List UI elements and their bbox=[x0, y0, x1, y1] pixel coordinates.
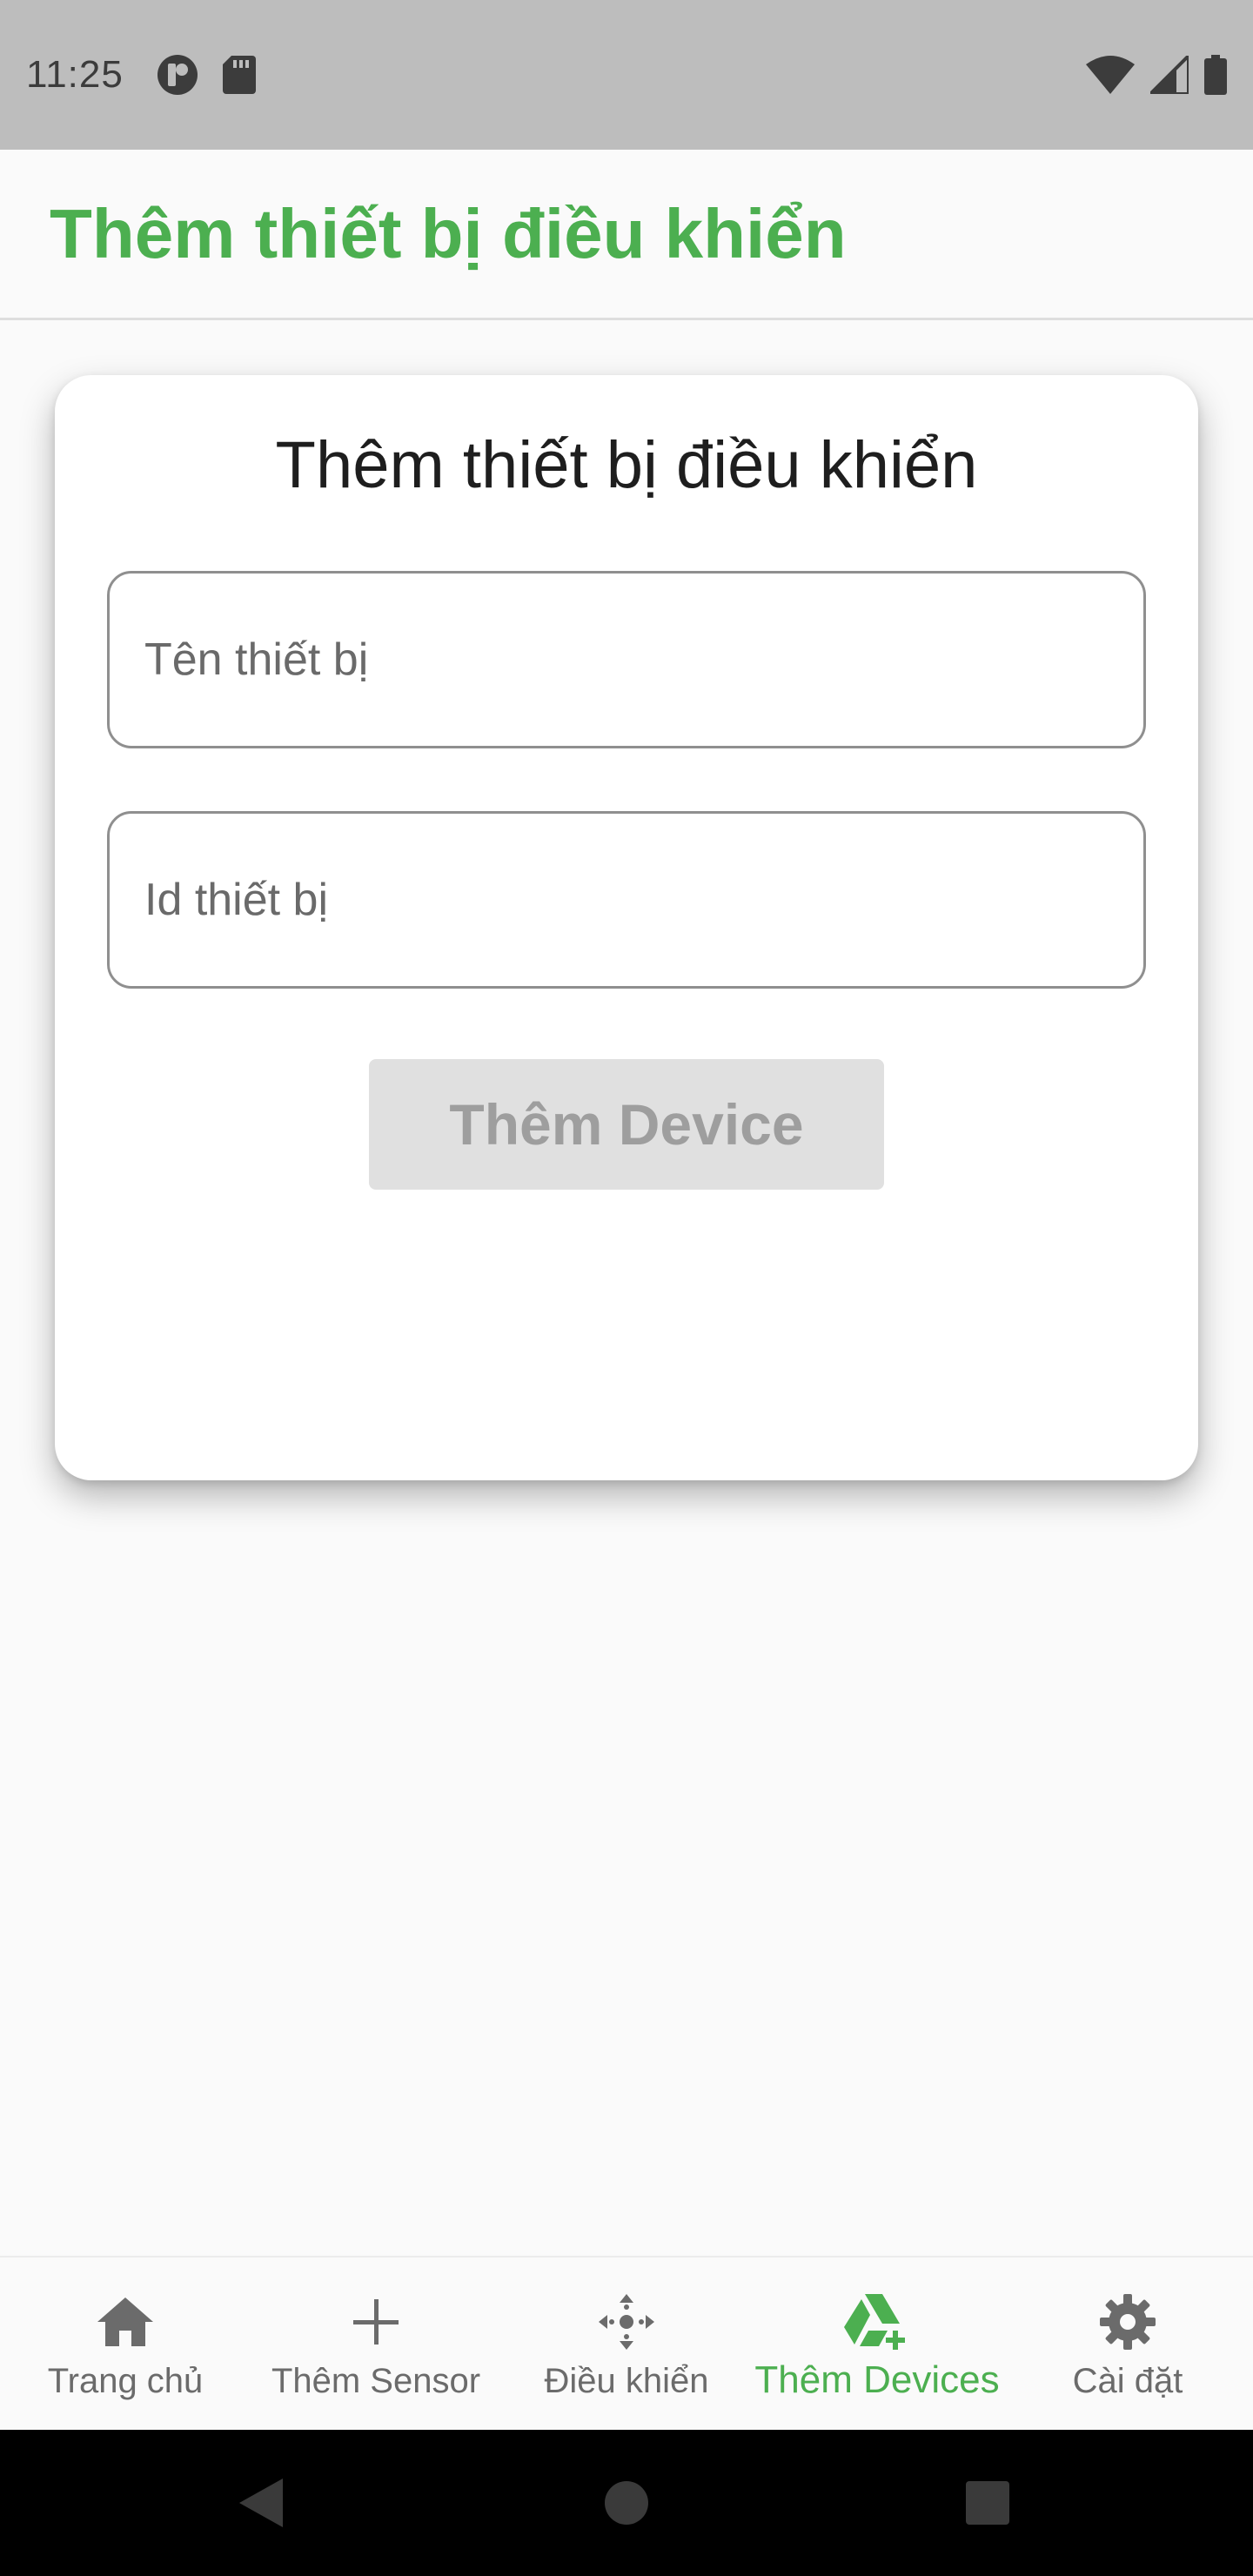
device-id-field bbox=[107, 811, 1146, 989]
page-title: Thêm thiết bị điều khiển bbox=[50, 194, 847, 272]
gear-icon bbox=[1098, 2291, 1157, 2353]
nav-label-home: Trang chủ bbox=[47, 2362, 204, 2400]
device-name-field bbox=[107, 571, 1146, 748]
app-bar: Thêm thiết bị điều khiển bbox=[0, 150, 1253, 320]
home-icon bbox=[96, 2291, 155, 2353]
sd-card-icon bbox=[222, 56, 256, 94]
cell-signal-icon bbox=[1150, 56, 1189, 94]
add-device-card: Thêm thiết bị điều khiển Thêm Device bbox=[55, 375, 1198, 1480]
system-nav-bar bbox=[0, 2430, 1253, 2576]
nav-item-settings[interactable]: Cài đặt bbox=[1002, 2257, 1253, 2432]
status-bar: 11:25 bbox=[0, 0, 1253, 150]
card-title: Thêm thiết bị điều khiển bbox=[275, 428, 978, 502]
nav-item-control[interactable]: Điều khiển bbox=[501, 2257, 752, 2432]
add-device-icon bbox=[842, 2291, 912, 2353]
control-pad-icon bbox=[597, 2291, 656, 2353]
status-time: 11:25 bbox=[26, 53, 124, 96]
nav-label-add-devices: Thêm Devices bbox=[754, 2358, 1000, 2401]
nav-label-settings: Cài đặt bbox=[1072, 2362, 1183, 2400]
nav-item-add-sensor[interactable]: Thêm Sensor bbox=[251, 2257, 501, 2432]
back-icon[interactable] bbox=[235, 2430, 287, 2576]
nav-item-home[interactable]: Trang chủ bbox=[0, 2257, 251, 2432]
status-left-icons bbox=[157, 54, 256, 96]
screen: 11:25 Thêm thiết bị điều khiển Thêm thiế… bbox=[0, 0, 1253, 2576]
nav-label-control: Điều khiển bbox=[544, 2362, 709, 2400]
battery-icon bbox=[1204, 55, 1227, 95]
bottom-nav: Trang chủ Thêm Sensor Điều khiển Thêm De… bbox=[0, 2256, 1253, 2430]
add-device-button[interactable]: Thêm Device bbox=[369, 1059, 884, 1190]
nav-item-add-devices[interactable]: Thêm Devices bbox=[752, 2257, 1002, 2432]
plus-icon bbox=[352, 2291, 400, 2353]
device-name-input[interactable] bbox=[110, 574, 1143, 746]
nav-label-add-sensor: Thêm Sensor bbox=[271, 2362, 481, 2400]
home-circle-icon[interactable] bbox=[600, 2430, 653, 2576]
status-right-icons bbox=[1086, 55, 1227, 95]
notification-app-icon bbox=[157, 54, 198, 96]
device-id-input[interactable] bbox=[110, 814, 1143, 986]
recents-square-icon[interactable] bbox=[962, 2430, 1014, 2576]
wifi-icon bbox=[1086, 56, 1135, 94]
